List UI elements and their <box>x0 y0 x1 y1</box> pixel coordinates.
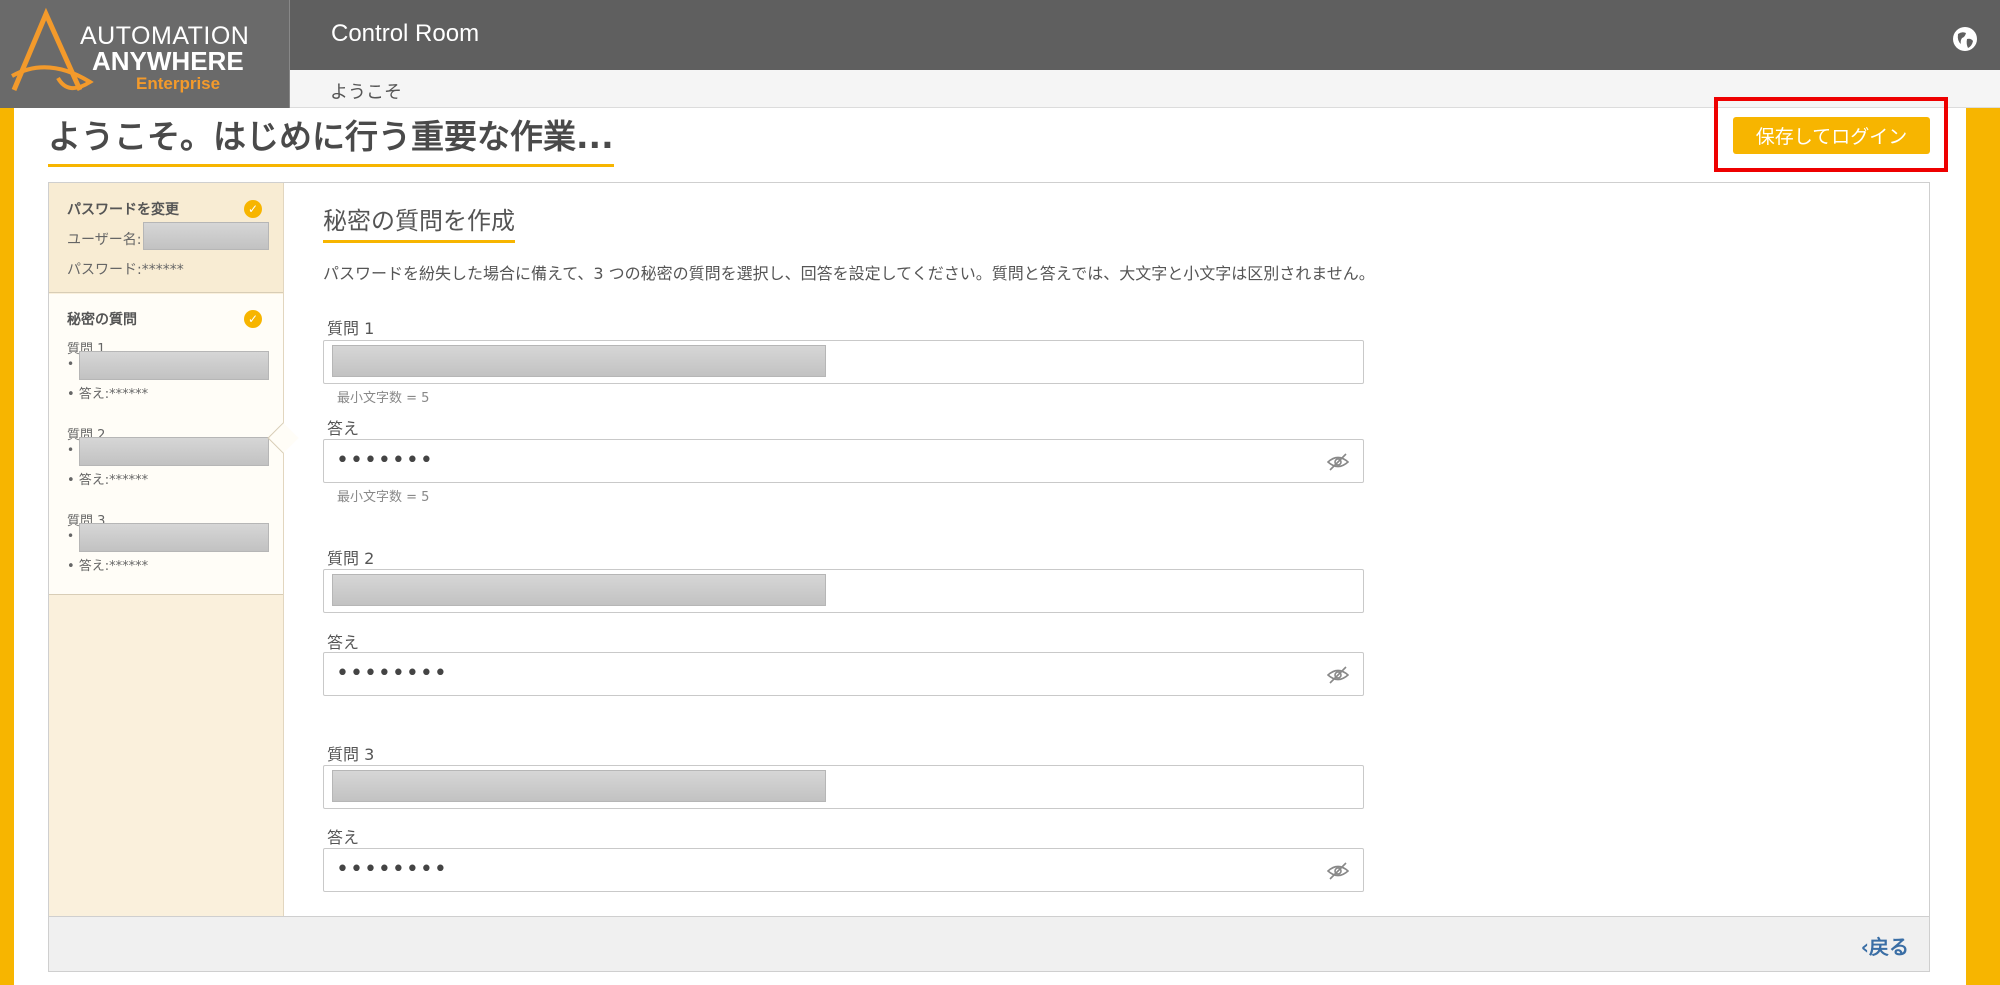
question-3-redacted <box>79 523 269 552</box>
question-1-answer: • 答え:****** <box>67 387 149 402</box>
globe-icon[interactable] <box>1952 26 1978 52</box>
question-2-value-redacted <box>332 574 826 606</box>
section-title: 秘密の質問を作成 <box>323 201 515 243</box>
page-title: ようこそ。はじめに行う重要な作業... <box>48 110 614 167</box>
logo-text-line2: ANYWHERE <box>92 46 244 76</box>
answer-2-input[interactable]: •••••••• <box>323 652 1364 696</box>
eye-off-icon[interactable] <box>1327 861 1349 881</box>
app-title: Control Room <box>331 20 480 47</box>
question-1-hint: 最小文字数 = 5 <box>337 391 430 406</box>
question-2-field-label: 質問 2 <box>327 549 375 568</box>
answer-3-input[interactable]: •••••••• <box>323 848 1364 892</box>
question-3-input[interactable] <box>323 765 1364 809</box>
answer-3-field-label: 答え <box>327 828 360 847</box>
question-2-input[interactable] <box>323 569 1364 613</box>
sidebar-item-change-password[interactable]: パスワードを変更 ✓ ユーザー名: パスワード:****** <box>49 183 283 293</box>
breadcrumb: ようこそ <box>330 82 402 103</box>
answer-1-hint: 最小文字数 = 5 <box>337 490 430 505</box>
question-1-value-redacted <box>332 345 826 377</box>
sidebar-item-security-questions[interactable]: 秘密の質問 ✓ 質問 1 • • 答え:****** 質問 2 • • 答え:*… <box>49 294 283 595</box>
check-icon: ✓ <box>244 200 262 218</box>
question-3-answer: • 答え:****** <box>67 559 149 574</box>
answer-1-value: ••••••• <box>336 448 434 473</box>
answer-3-value: •••••••• <box>336 857 448 882</box>
question-1-input[interactable] <box>323 340 1364 384</box>
answer-2-field-label: 答え <box>327 633 360 652</box>
logo-text-line3: Enterprise <box>136 74 221 93</box>
answer-1-input[interactable]: ••••••• <box>323 439 1364 483</box>
answer-2-value: •••••••• <box>336 661 448 686</box>
question-1-bullet: • <box>67 357 75 371</box>
save-and-login-button[interactable]: 保存してログイン <box>1733 117 1930 154</box>
logo[interactable]: AUTOMATION ANYWHERE Enterprise <box>0 0 290 108</box>
question-3-value-redacted <box>332 770 826 802</box>
username-redacted <box>143 222 269 250</box>
panel-footer: ‹戻る <box>49 916 1929 971</box>
right-accent-bar <box>1966 108 2000 985</box>
check-icon: ✓ <box>244 310 262 328</box>
sidebar-item-title: パスワードを変更 <box>67 202 179 218</box>
question-1-redacted <box>79 351 269 380</box>
back-link[interactable]: ‹戻る <box>1861 931 1909 960</box>
question-3-bullet: • <box>67 529 75 543</box>
question-2-bullet: • <box>67 443 75 457</box>
question-3-field-label: 質問 3 <box>327 745 375 764</box>
setup-panel: パスワードを変更 ✓ ユーザー名: パスワード:****** 秘密の質問 ✓ 質… <box>48 182 1930 972</box>
question-1-field-label: 質問 1 <box>327 319 375 338</box>
top-header: Control Room <box>0 0 2000 70</box>
answer-1-field-label: 答え <box>327 419 360 438</box>
automation-anywhere-logo-icon <box>11 7 94 92</box>
password-label: パスワード:****** <box>67 262 184 278</box>
eye-off-icon[interactable] <box>1327 452 1349 472</box>
section-description: パスワードを紛失した場合に備えて、3 つの秘密の質問を選択し、回答を設定してくだ… <box>323 264 1375 283</box>
question-2-answer: • 答え:****** <box>67 473 149 488</box>
question-2-redacted <box>79 437 269 466</box>
username-label: ユーザー名: <box>67 232 142 248</box>
eye-off-icon[interactable] <box>1327 665 1349 685</box>
progress-sidebar: パスワードを変更 ✓ ユーザー名: パスワード:****** 秘密の質問 ✓ 質… <box>49 183 284 916</box>
sidebar-item-title: 秘密の質問 <box>67 312 137 328</box>
left-accent-bar <box>0 108 14 985</box>
